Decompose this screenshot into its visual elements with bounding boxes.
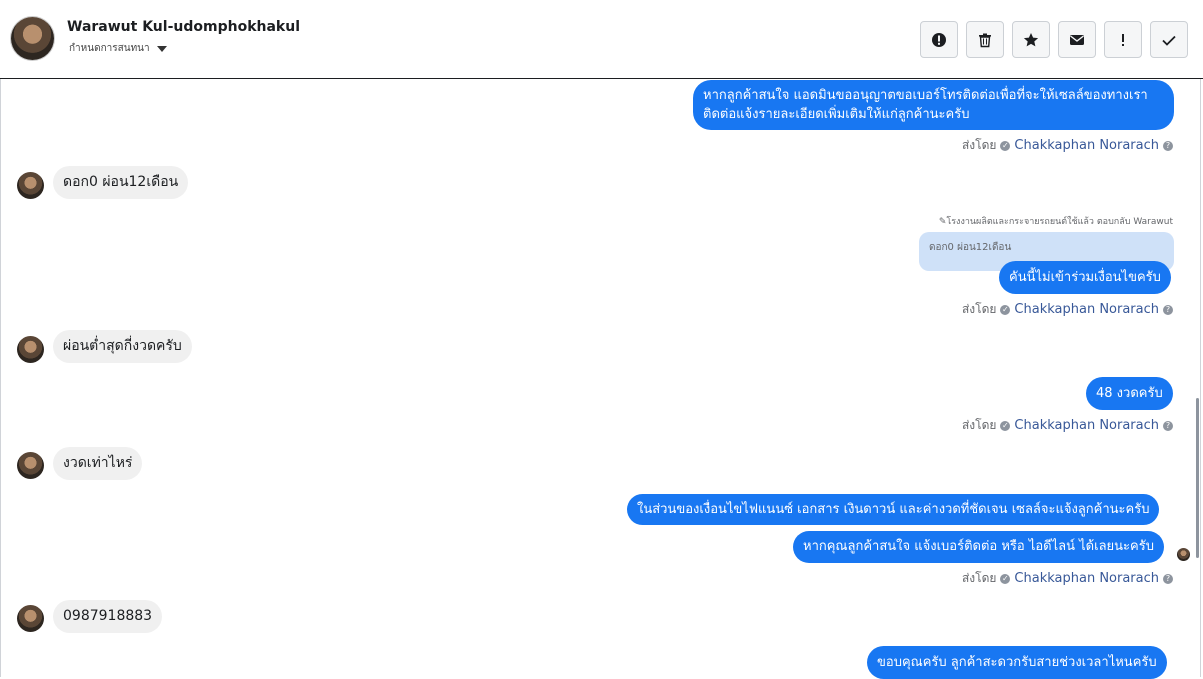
seen-indicator-avatar: [1177, 548, 1190, 561]
sent-by-row: ส่งโดย ✓ Chakkaphan Norarach ?: [962, 136, 1173, 155]
sender-name-link[interactable]: Chakkaphan Norarach: [1014, 571, 1159, 586]
incoming-message[interactable]: ผ่อนต่ำสุดกี่งวดครับ: [53, 330, 192, 363]
envelope-icon: [1070, 34, 1084, 45]
reply-context-text: โรงงานผลิตและกระจายรถยนต์ใช้แล้ว ตอบกลับ…: [946, 217, 1173, 227]
conversation-header: Warawut Kul-udomphokhakul กำหนดการสนทนา: [0, 0, 1203, 79]
conversation-toolbar: [920, 21, 1188, 58]
sent-by-row: ส่งโดย ✓ Chakkaphan Norarach ?: [962, 416, 1173, 435]
outgoing-message[interactable]: ในส่วนของเงื่อนไขไฟแนนซ์ เอกสาร เงินดาวน…: [627, 494, 1160, 525]
contact-avatar-small: [17, 605, 44, 632]
contact-avatar-small: [17, 452, 44, 479]
reply-context-note: ✎โรงงานผลิตและกระจายรถยนต์ใช้แล้ว ตอบกลั…: [939, 214, 1173, 228]
caret-down-icon: [156, 45, 167, 52]
mark-important-button[interactable]: [1104, 21, 1142, 58]
mark-done-button[interactable]: [1150, 21, 1188, 58]
verified-icon: ✓: [1000, 573, 1011, 584]
mark-unread-button[interactable]: [1058, 21, 1096, 58]
sent-by-label: ส่งโดย: [961, 418, 997, 432]
outgoing-message[interactable]: หากลูกค้าสนใจ แอดมินขออนุญาตขอเบอร์โทรติ…: [693, 80, 1174, 130]
contact-name[interactable]: Warawut Kul-udomphokhakul: [67, 19, 300, 35]
verified-icon: ✓: [1000, 304, 1011, 315]
alert-circle-icon: [932, 32, 946, 47]
sent-by-label: ส่งโดย: [961, 138, 997, 152]
report-button[interactable]: [920, 21, 958, 58]
sent-by-row: ส่งโดย ✓ Chakkaphan Norarach ?: [962, 300, 1173, 319]
contact-avatar-small: [17, 172, 44, 199]
outgoing-message[interactable]: คันนี้ไม่เข้าร่วมเงื่อนไขครับ: [999, 261, 1171, 294]
incoming-message[interactable]: งวดเท่าไหร่: [53, 447, 143, 480]
scrollbar-thumb[interactable]: [1196, 398, 1199, 558]
help-icon[interactable]: ?: [1163, 573, 1173, 584]
star-button[interactable]: [1012, 21, 1050, 58]
trash-icon: [979, 33, 991, 47]
conversation-label-text: กำหนดการสนทนา: [69, 43, 150, 54]
sender-name-link[interactable]: Chakkaphan Norarach: [1014, 418, 1159, 433]
contact-avatar-small: [17, 336, 44, 363]
exclamation-icon: [1122, 33, 1124, 46]
star-icon: [1023, 32, 1039, 46]
outgoing-message[interactable]: หากคุณลูกค้าสนใจ แจ้งเบอร์ติดต่อ หรือ ไอ…: [793, 531, 1164, 563]
delete-button[interactable]: [966, 21, 1004, 58]
verified-icon: ✓: [1000, 140, 1011, 151]
incoming-message[interactable]: ดอก0 ผ่อน12เดือน: [53, 166, 189, 199]
sent-by-label: ส่งโดย: [961, 571, 997, 585]
sender-name-link[interactable]: Chakkaphan Norarach: [1014, 302, 1159, 317]
outgoing-message[interactable]: 48 งวดครับ: [1086, 377, 1173, 410]
incoming-message[interactable]: 0987918883: [53, 600, 163, 633]
sent-by-label: ส่งโดย: [961, 302, 997, 316]
verified-icon: ✓: [1000, 420, 1011, 431]
help-icon[interactable]: ?: [1163, 304, 1173, 315]
help-icon[interactable]: ?: [1163, 420, 1173, 431]
message-line: หากลูกค้าสนใจ แอดมินขออนุญาตขอเบอร์โทรติ…: [703, 88, 1148, 103]
conversation-label-dropdown[interactable]: กำหนดการสนทนา: [69, 41, 167, 56]
outgoing-message[interactable]: ขอบคุณครับ ลูกค้าสะดวกรับสายช่วงเวลาไหนค…: [867, 646, 1167, 679]
help-icon[interactable]: ?: [1163, 140, 1173, 151]
sent-by-row: ส่งโดย ✓ Chakkaphan Norarach ?: [962, 569, 1173, 588]
contact-avatar[interactable]: [11, 17, 54, 60]
check-icon: [1162, 35, 1176, 46]
message-line: ติดต่อแจ้งรายละเอียดเพิ่มเติมให้แก่ลูกค้…: [703, 107, 970, 122]
sender-name-link[interactable]: Chakkaphan Norarach: [1014, 138, 1159, 153]
